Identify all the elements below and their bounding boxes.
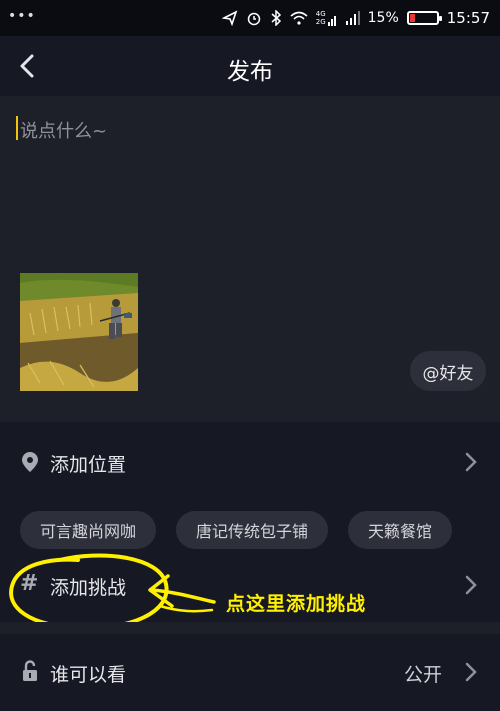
annotation-text: 点这里添加挑战 [226, 593, 367, 615]
header: 发布 [0, 36, 500, 96]
chevron-right-icon [465, 662, 477, 682]
location-pin-icon [22, 452, 38, 472]
location-chip[interactable]: 唐记传统包子铺 [176, 511, 329, 549]
network-2g-label: 2G [315, 18, 326, 26]
wifi-icon [290, 11, 308, 25]
location-send-icon [221, 10, 238, 26]
lock-icon [23, 660, 37, 681]
bluetooth-icon [271, 10, 281, 26]
chevron-right-icon [465, 575, 477, 595]
visibility-row[interactable]: 谁可以看 公开 [0, 634, 500, 711]
alarm-icon [247, 12, 260, 26]
add-location-row[interactable]: 添加位置 [0, 422, 500, 502]
status-bar: ••• 4G 2G 15% 15:57 [0, 0, 500, 36]
add-location-label: 添加位置 [50, 454, 127, 476]
visibility-label: 谁可以看 [50, 664, 127, 686]
location-chip[interactable]: 可言趣尚网咖 [20, 511, 157, 549]
battery-percent: 15% [367, 10, 399, 26]
hashtag-icon: # [20, 571, 39, 596]
battery-icon [406, 11, 442, 25]
mention-friend-button[interactable]: @好友 [410, 351, 486, 391]
location-suggestions: 可言趣尚网咖 唐记传统包子铺 天籁餐馆 [20, 511, 453, 549]
network-indicator: 4G 2G [316, 10, 338, 26]
section-divider [0, 622, 500, 634]
add-challenge-label: 添加挑战 [50, 577, 127, 599]
rice-field-image [20, 273, 138, 391]
caption-input[interactable]: 说点什么~ [20, 117, 107, 143]
signal-strength-icon [345, 11, 360, 25]
signal-icon [327, 16, 336, 26]
visibility-value: 公开 [403, 664, 442, 686]
section-divider [0, 410, 500, 422]
chevron-right-icon [465, 452, 477, 472]
location-chip[interactable]: 天籁餐馆 [348, 511, 453, 549]
text-caret [16, 116, 18, 140]
network-4g-label: 4G [315, 10, 326, 18]
clock: 15:57 [446, 9, 490, 27]
page-title: 发布 [227, 59, 273, 85]
video-thumbnail[interactable] [20, 273, 138, 391]
status-icons: 4G 2G 15% 15:57 [221, 6, 490, 30]
notification-dots: ••• [8, 8, 36, 24]
